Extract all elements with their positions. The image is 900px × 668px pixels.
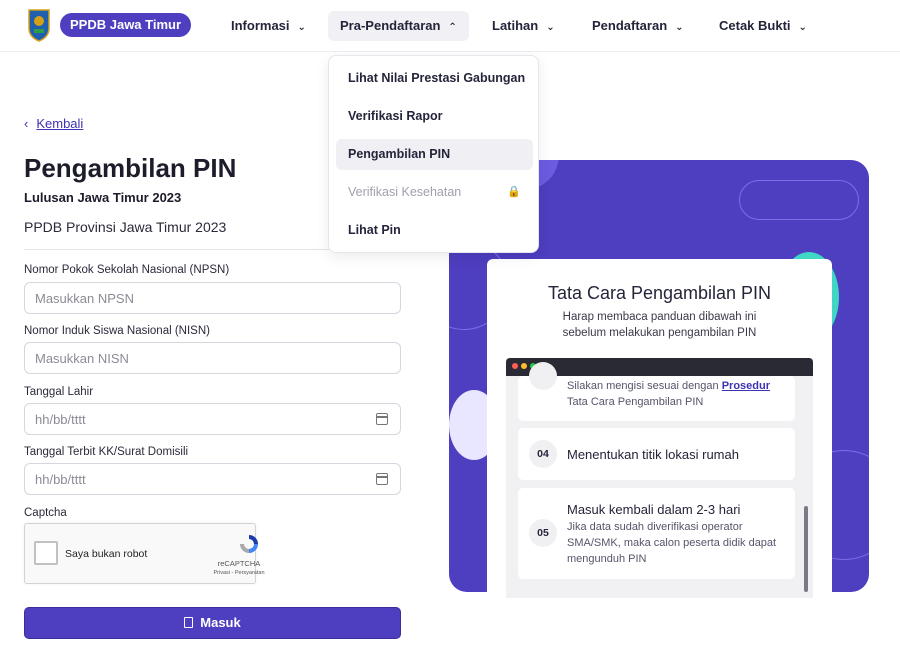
nisn-label: Nomor Induk Siswa Nasional (NISN) [24,325,210,337]
menu-item-verifikasi-rapor[interactable]: Verifikasi Rapor [336,101,533,132]
step-number [529,362,557,390]
chevron-down-icon: ⌄ [798,22,807,33]
npsn-input[interactable] [25,283,400,313]
recaptcha-widget: Saya bukan robot reCAPTCHA Privasi - Per… [24,523,265,584]
decor-pill [739,180,859,220]
recaptcha-links[interactable]: Privasi - Persyaratan [211,570,267,576]
chevron-up-icon: ⌃ [448,22,457,33]
npsn-label: Nomor Pokok Sekolah Nasional (NPSN) [24,264,230,276]
nav-label: Informasi [231,18,290,33]
recaptcha-text: Saya bukan robot [65,548,148,560]
recaptcha-logo-icon [240,535,258,553]
step-number: 05 [529,519,557,547]
menu-item-nilai-prestasi[interactable]: Lihat Nilai Prestasi Gabungan [336,63,533,94]
nisn-input[interactable] [25,343,400,373]
lock-icon: 🔒 [507,186,521,198]
clipboard-icon [184,617,194,628]
jatim-logo-icon[interactable] [26,8,52,42]
step-card: 04 Menentukan titik lokasi rumah [518,428,795,480]
calendar-icon[interactable] [376,413,388,425]
top-navbar: PPDB Jawa Timur Informasi ⌄ Pra-Pendaftar… [0,0,900,52]
nav-pra-pendaftaran[interactable]: Pra-Pendaftaran ⌃ [328,11,469,41]
npsn-field [24,282,401,314]
menu-item-lihat-pin[interactable]: Lihat Pin [336,215,533,246]
scrollbar[interactable] [804,506,808,592]
step-number: 04 [529,440,557,468]
captcha-label: Captcha [24,507,67,519]
dob-input[interactable] [25,404,400,434]
nav-label: Pra-Pendaftaran [340,18,441,33]
pra-pendaftaran-dropdown: Lihat Nilai Prestasi Gabungan Verifikasi… [328,55,539,253]
guide-card: Tata Cara Pengambilan PIN Harap membaca … [487,259,832,599]
chevron-down-icon: ⌄ [546,22,555,33]
submit-label: Masuk [200,615,241,630]
nav-label: Latihan [492,18,539,33]
nav-informasi[interactable]: Informasi ⌄ [219,11,318,41]
step-card: Silakan mengisi sesuai dengan Prosedur Ta… [518,362,795,421]
kk-date-input[interactable] [25,464,400,494]
recaptcha-checkbox[interactable] [34,541,58,565]
nav-label: Cetak Bukti [719,18,791,33]
menu-item-verifikasi-kesehatan: Verifikasi Kesehatan 🔒 [336,177,533,208]
nisn-field [24,342,401,374]
dob-label: Tanggal Lahir [24,386,94,398]
page-title: Pengambilan PIN [24,153,237,183]
close-dot-icon [512,363,518,369]
minimize-dot-icon [521,363,527,369]
step-description: Silakan mengisi sesuai dengan Prosedur Ta… [567,378,789,410]
calendar-icon[interactable] [376,473,388,485]
step-text: Silakan mengisi sesuai dengan [567,380,719,392]
brand-badge[interactable]: PPDB Jawa Timur [60,13,192,37]
nav-latihan[interactable]: Latihan ⌄ [480,11,567,41]
page-subtitle: Lulusan Jawa Timur 2023 [24,190,182,205]
step-card: 05 Masuk kembali dalam 2-3 hari Jika dat… [518,488,795,579]
org-name: PPDB Provinsi Jawa Timur 2023 [24,219,227,235]
back-link[interactable]: ‹ Kembali [24,116,83,131]
dob-field [24,403,401,435]
kk-date-field [24,463,401,495]
guide-subtitle: Harap membaca panduan dibawah ini sebelu… [562,311,757,339]
chevron-left-icon: ‹ [24,116,29,131]
nav-cetak-bukti[interactable]: Cetak Bukti ⌄ [707,11,819,41]
recaptcha-brand: reCAPTCHA [217,559,261,568]
chevron-down-icon: ⌄ [297,22,306,33]
step-description: Jika data sudah diverifikasi operator SM… [567,521,777,565]
step-title: Menentukan titik lokasi rumah [567,447,739,462]
steps-window: Silakan mengisi sesuai dengan Prosedur Ta… [506,358,813,598]
submit-button[interactable]: Masuk [24,607,401,639]
step-text: Tata Cara Pengambilan PIN [567,396,704,408]
nav-label: Pendaftaran [592,18,668,33]
nav-pendaftaran[interactable]: Pendaftaran ⌄ [580,11,696,41]
kk-date-label: Tanggal Terbit KK/Surat Domisili [24,446,189,458]
step-title: Masuk kembali dalam 2-3 hari [567,502,741,517]
chevron-down-icon: ⌄ [675,22,684,33]
guide-title: Tata Cara Pengambilan PIN [547,283,772,303]
back-label: Kembali [36,116,84,131]
menu-item-pengambilan-pin[interactable]: Pengambilan PIN [336,139,533,170]
menu-item-label: Verifikasi Kesehatan [348,185,462,199]
prosedur-link[interactable]: Prosedur [722,380,770,392]
